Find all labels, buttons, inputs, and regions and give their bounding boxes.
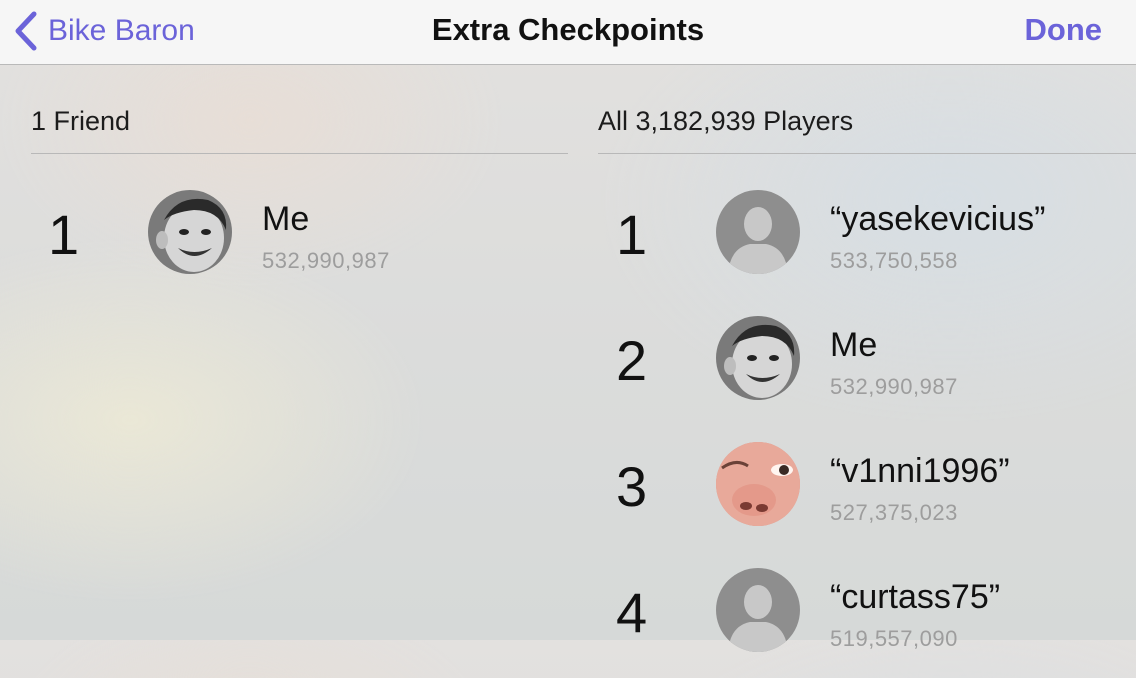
all-players-row-3[interactable]: 3 “v1nni1996” 527,375,023 <box>616 442 1136 552</box>
rank-number: 1 <box>616 203 648 266</box>
player-score: 532,990,987 <box>830 374 958 399</box>
player-name: “v1nni1996” <box>830 452 1010 490</box>
face-closeup-photo-avatar <box>716 442 800 526</box>
friends-header-divider <box>31 153 568 154</box>
page-title: Extra Checkpoints <box>431 12 705 47</box>
friends-row-1[interactable]: 1 Me 532,990,987 <box>48 190 568 300</box>
default-person-avatar-icon <box>716 190 800 274</box>
player-score: 532,990,987 <box>262 248 390 273</box>
all-players-section-header: All 3,182,939 Players <box>598 106 854 136</box>
child-photo-avatar <box>148 190 232 274</box>
child-photo-avatar <box>716 316 800 400</box>
navigation-bar: Bike Baron Extra Checkpoints Done <box>0 0 1136 65</box>
player-name: “curtass75” <box>830 578 1001 616</box>
rank-number: 3 <box>616 455 648 518</box>
friends-section-header: 1 Friend <box>31 106 131 136</box>
all-players-row-2[interactable]: 2 Me 532,990,987 <box>616 316 1136 426</box>
done-button[interactable]: Done <box>1025 12 1103 48</box>
player-score: 533,750,558 <box>830 248 958 273</box>
default-person-avatar-icon <box>716 568 800 652</box>
rank-number: 2 <box>616 329 648 392</box>
rank-number: 1 <box>48 203 80 266</box>
player-name: “yasekevicius” <box>830 200 1046 238</box>
rank-number: 4 <box>616 581 648 644</box>
player-score: 519,557,090 <box>830 626 958 651</box>
all-players-row-4[interactable]: 4 “curtass75” 519,557,090 <box>616 568 1136 678</box>
player-name: Me <box>830 326 878 364</box>
all-players-header-divider <box>598 153 1136 154</box>
player-name: Me <box>262 200 310 238</box>
all-players-row-1[interactable]: 1 “yasekevicius” 533,750,558 <box>616 190 1136 300</box>
player-score: 527,375,023 <box>830 500 958 525</box>
